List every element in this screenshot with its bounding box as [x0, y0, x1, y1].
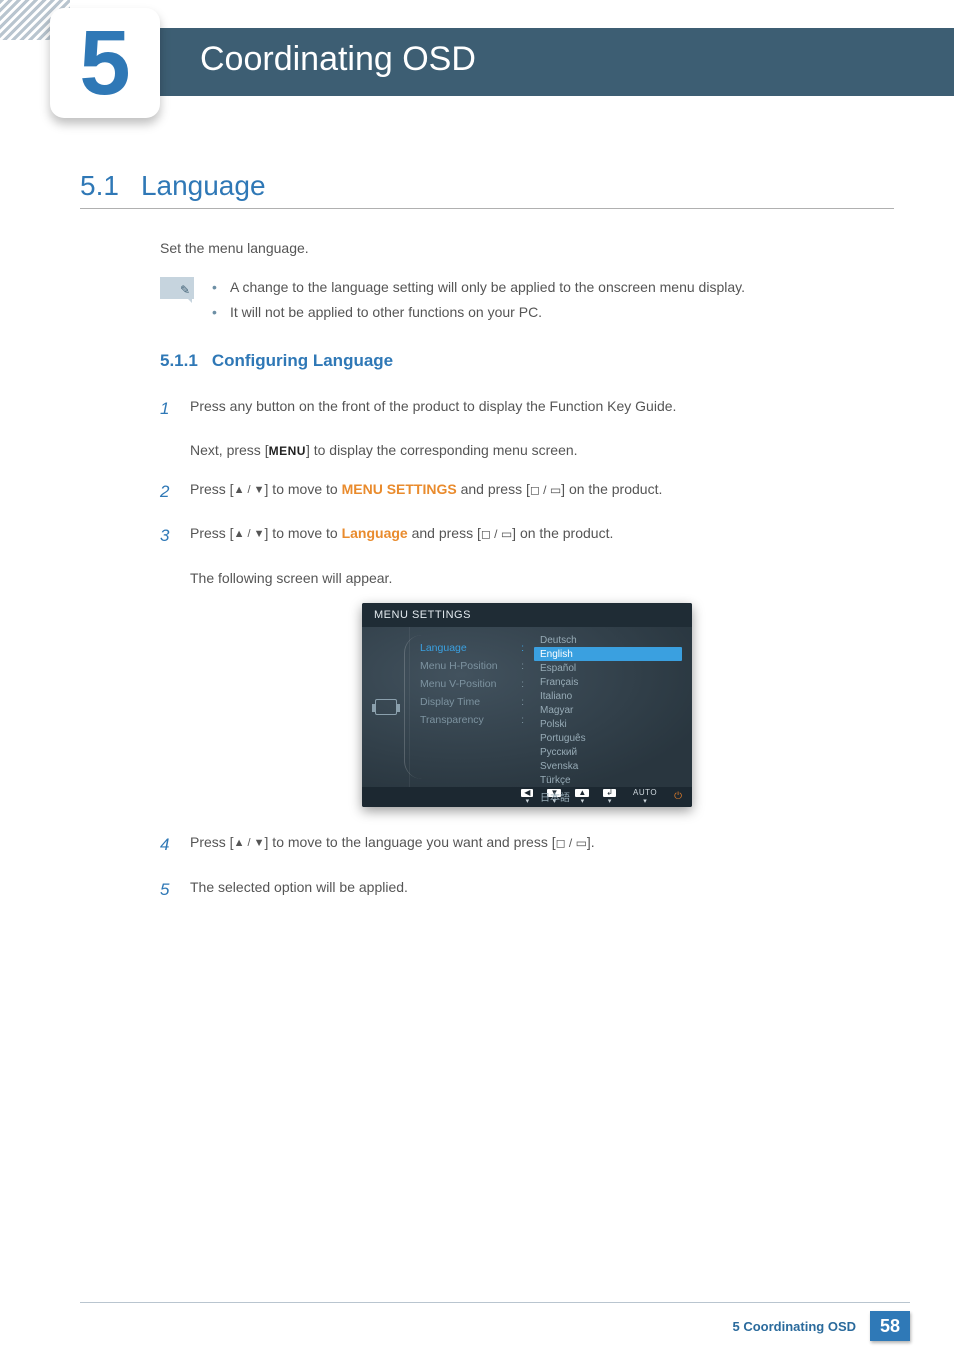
osd-icon-column	[362, 627, 410, 787]
step-3: 3 Press [▲ / ▼] to move to Language and …	[160, 520, 894, 552]
osd-language-option: Magyar	[534, 703, 682, 717]
step-number: 3	[160, 520, 176, 552]
step-4: 4 Press [▲ / ▼] to move to the language …	[160, 829, 894, 861]
text: and press [	[457, 481, 530, 497]
step-body: Press [▲ / ▼] to move to the language yo…	[190, 829, 894, 861]
keyword-language: Language	[342, 525, 408, 541]
step-number: 5	[160, 874, 176, 906]
text: ] to display the corresponding menu scre…	[306, 442, 578, 458]
text: Press [	[190, 481, 234, 497]
up-down-icon: ▲ / ▼	[234, 528, 265, 540]
footer-text: 5 Coordinating OSD	[733, 1319, 857, 1334]
osd-right-list: DeutschEnglishEspañolFrançaisItalianoMag…	[528, 627, 692, 787]
osd-body: Language:Menu H-Position:Menu V-Position…	[362, 627, 692, 787]
source-enter-icon: ◻ / ▭	[481, 527, 512, 541]
text: ] on the product.	[512, 525, 613, 541]
step-number: 4	[160, 829, 176, 861]
text: and press [	[408, 525, 481, 541]
step-5: 5 The selected option will be applied.	[160, 874, 894, 906]
footer: 5 Coordinating OSD 58	[0, 1302, 954, 1350]
menu-key: MENU	[269, 440, 306, 463]
content-area: 5.1 Language Set the menu language. ✎ A c…	[80, 170, 894, 918]
osd-left-item: Display Time:	[420, 693, 528, 711]
up-down-icon: ▲ / ▼	[234, 484, 265, 496]
section-heading: 5.1 Language	[80, 170, 894, 202]
osd-language-option: 日本語	[534, 787, 682, 805]
step-body: Press [▲ / ▼] to move to Language and pr…	[190, 520, 894, 552]
section-title: Language	[141, 170, 266, 201]
keyword-menu-settings: MENU SETTINGS	[342, 481, 457, 497]
footer-rule	[80, 1302, 910, 1303]
osd-language-option: Português	[534, 731, 682, 745]
note-list: A change to the language setting will on…	[212, 275, 745, 325]
step-number: 2	[160, 476, 176, 508]
osd-nav-left-icon: ◀▾	[521, 789, 533, 805]
text: ].	[587, 834, 595, 850]
osd-left-item: Menu H-Position:	[420, 657, 528, 675]
osd-language-option: Français	[534, 675, 682, 689]
step-list: 1 Press any button on the front of the p…	[160, 393, 894, 906]
step-body: The selected option will be applied.	[190, 874, 894, 906]
osd-language-option: Русский	[534, 745, 682, 759]
osd-language-option: Polski	[534, 717, 682, 731]
osd-language-option: Svenska	[534, 759, 682, 773]
osd-title: MENU SETTINGS	[362, 603, 692, 627]
section-intro: Set the menu language.	[160, 237, 894, 261]
osd-language-option: English	[534, 647, 682, 661]
text: ] to move to	[265, 525, 342, 541]
chapter-badge: 5	[50, 8, 160, 118]
text: ] to move to the language you want and p…	[265, 834, 556, 850]
step-1-sub: Next, press [MENU] to display the corres…	[190, 437, 894, 464]
subsection-number: 5.1.1	[160, 351, 198, 370]
subsection-title: Configuring Language	[212, 351, 393, 370]
osd-screenshot: MENU SETTINGS Language:Menu H-Position:M…	[160, 603, 894, 807]
step-3-tail: The following screen will appear.	[190, 565, 894, 592]
step-2: 2 Press [▲ / ▼] to move to MENU SETTINGS…	[160, 476, 894, 508]
osd-left-item: Language:	[420, 639, 528, 657]
text: Next, press [	[190, 442, 269, 458]
osd-language-option: Italiano	[534, 689, 682, 703]
section-rule	[80, 208, 894, 209]
subsection-heading: 5.1.1 Configuring Language	[160, 351, 894, 371]
source-enter-icon: ◻ / ▭	[530, 483, 561, 497]
osd-left-item: Menu V-Position:	[420, 675, 528, 693]
osd-language-option: 한국어	[534, 805, 682, 807]
chapter-number: 5	[79, 17, 130, 109]
header-bar	[50, 28, 954, 96]
note-item: It will not be applied to other function…	[212, 300, 745, 325]
osd-language-option: Deutsch	[534, 633, 682, 647]
step-number: 1	[160, 393, 176, 425]
osd-left-item: Transparency:	[420, 711, 528, 729]
text: Press [	[190, 525, 234, 541]
note-block: ✎ A change to the language setting will …	[160, 275, 894, 325]
section-number: 5.1	[80, 170, 119, 201]
chapter-title: Coordinating OSD	[200, 40, 476, 79]
osd-language-option: Español	[534, 661, 682, 675]
text: ] to move to	[265, 481, 342, 497]
step-1: 1 Press any button on the front of the p…	[160, 393, 894, 425]
step-body: Press any button on the front of the pro…	[190, 393, 894, 425]
text: Press [	[190, 834, 234, 850]
note-item: A change to the language setting will on…	[212, 275, 745, 300]
osd-language-option: Türkçe	[534, 773, 682, 787]
note-icon: ✎	[160, 277, 194, 299]
osd-category-icon	[375, 699, 397, 715]
footer-page-number: 58	[870, 1311, 910, 1341]
section-body: Set the menu language. ✎ A change to the…	[160, 237, 894, 906]
page-root: 5 Coordinating OSD 5.1 Language Set the m…	[0, 0, 954, 1350]
up-down-icon: ▲ / ▼	[234, 837, 265, 849]
osd-panel: MENU SETTINGS Language:Menu H-Position:M…	[362, 603, 692, 807]
step-body: Press [▲ / ▼] to move to MENU SETTINGS a…	[190, 476, 894, 508]
source-enter-icon: ◻ / ▭	[556, 836, 587, 850]
osd-left-list: Language:Menu H-Position:Menu V-Position…	[410, 627, 528, 787]
text: ] on the product.	[561, 481, 662, 497]
